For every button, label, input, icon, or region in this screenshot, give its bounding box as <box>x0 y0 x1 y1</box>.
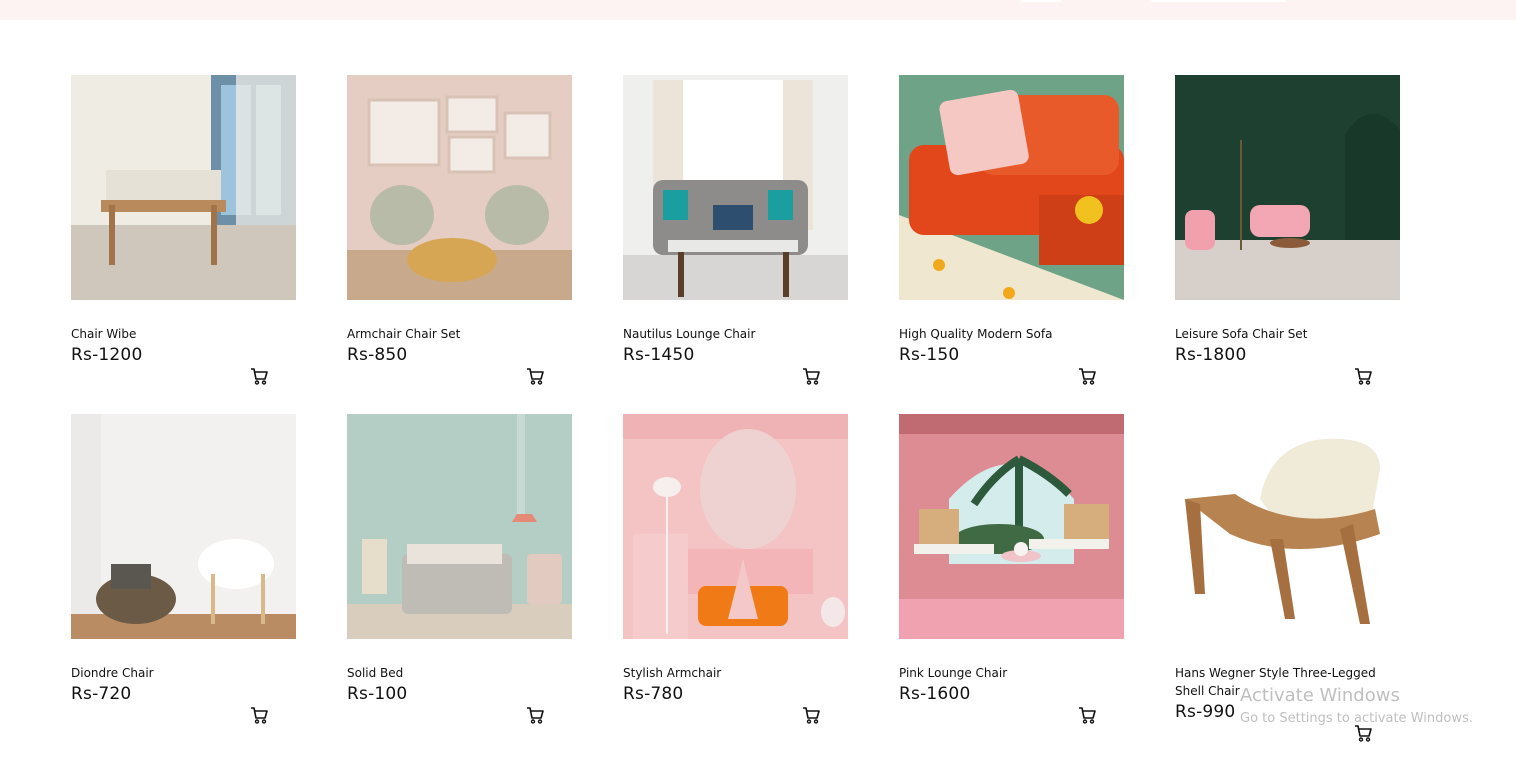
product-image[interactable] <box>1175 414 1400 639</box>
product-name: Armchair Chair Set <box>347 327 461 341</box>
product-name: Stylish Armchair <box>623 666 722 680</box>
product-image[interactable] <box>347 75 572 300</box>
cart-icon[interactable] <box>249 366 269 386</box>
cart-icon[interactable] <box>1353 366 1373 386</box>
product-name: Chair Wibe <box>71 327 137 341</box>
product-card[interactable]: High Quality Modern Sofa Rs-150 <box>899 75 1125 367</box>
product-image[interactable] <box>623 75 848 300</box>
product-card[interactable]: Pink Lounge Chair Rs-1600 <box>899 414 1125 706</box>
product-card[interactable]: Diondre Chair Rs-720 <box>71 414 297 706</box>
navbar-edge <box>1150 0 1286 2</box>
cart-icon[interactable] <box>249 705 269 725</box>
cart-icon[interactable] <box>1077 705 1097 725</box>
product-image[interactable] <box>899 414 1124 639</box>
product-name: Leisure Sofa Chair Set <box>1175 327 1308 341</box>
product-name: High Quality Modern Sofa <box>899 327 1053 341</box>
product-image[interactable] <box>1175 75 1400 300</box>
product-price: Rs-1800 <box>1175 345 1247 365</box>
product-card[interactable]: Chair Wibe Rs-1200 <box>71 75 297 367</box>
product-name: Nautilus Lounge Chair <box>623 327 756 341</box>
watermark-title: Activate Windows <box>1240 685 1400 706</box>
product-price: Rs-150 <box>899 345 960 365</box>
product-card[interactable]: Nautilus Lounge Chair Rs-1450 <box>623 75 849 367</box>
product-price: Rs-720 <box>71 684 132 704</box>
navbar-edge <box>1021 0 1061 2</box>
product-card[interactable]: Solid Bed Rs-100 <box>347 414 573 706</box>
cart-icon[interactable] <box>801 705 821 725</box>
product-image[interactable] <box>71 414 296 639</box>
product-name: Pink Lounge Chair <box>899 666 1008 680</box>
product-card[interactable]: Stylish Armchair Rs-780 <box>623 414 849 706</box>
product-image[interactable] <box>71 75 296 300</box>
product-price: Rs-1600 <box>899 684 971 704</box>
top-navbar <box>0 0 1516 20</box>
cart-icon[interactable] <box>525 366 545 386</box>
cart-icon[interactable] <box>801 366 821 386</box>
windows-activation-watermark: Activate Windows Go to Settings to activ… <box>1240 685 1473 729</box>
product-card[interactable]: Hans Wegner Style Three-Legged Shell Cha… <box>1175 414 1401 724</box>
watermark-subtitle: Go to Settings to activate Windows. <box>1240 711 1473 726</box>
product-image[interactable] <box>347 414 572 639</box>
cart-icon[interactable] <box>1077 366 1097 386</box>
product-price: Rs-100 <box>347 684 408 704</box>
product-image[interactable] <box>899 75 1124 300</box>
product-price: Rs-850 <box>347 345 408 365</box>
product-price: Rs-780 <box>623 684 684 704</box>
cart-icon[interactable] <box>525 705 545 725</box>
product-image[interactable] <box>623 414 848 639</box>
product-price: Rs-1200 <box>71 345 143 365</box>
product-price: Rs-1450 <box>623 345 695 365</box>
product-name: Diondre Chair <box>71 666 154 680</box>
product-name: Solid Bed <box>347 666 404 680</box>
product-card[interactable]: Leisure Sofa Chair Set Rs-1800 <box>1175 75 1401 367</box>
product-card[interactable]: Armchair Chair Set Rs-850 <box>347 75 573 367</box>
